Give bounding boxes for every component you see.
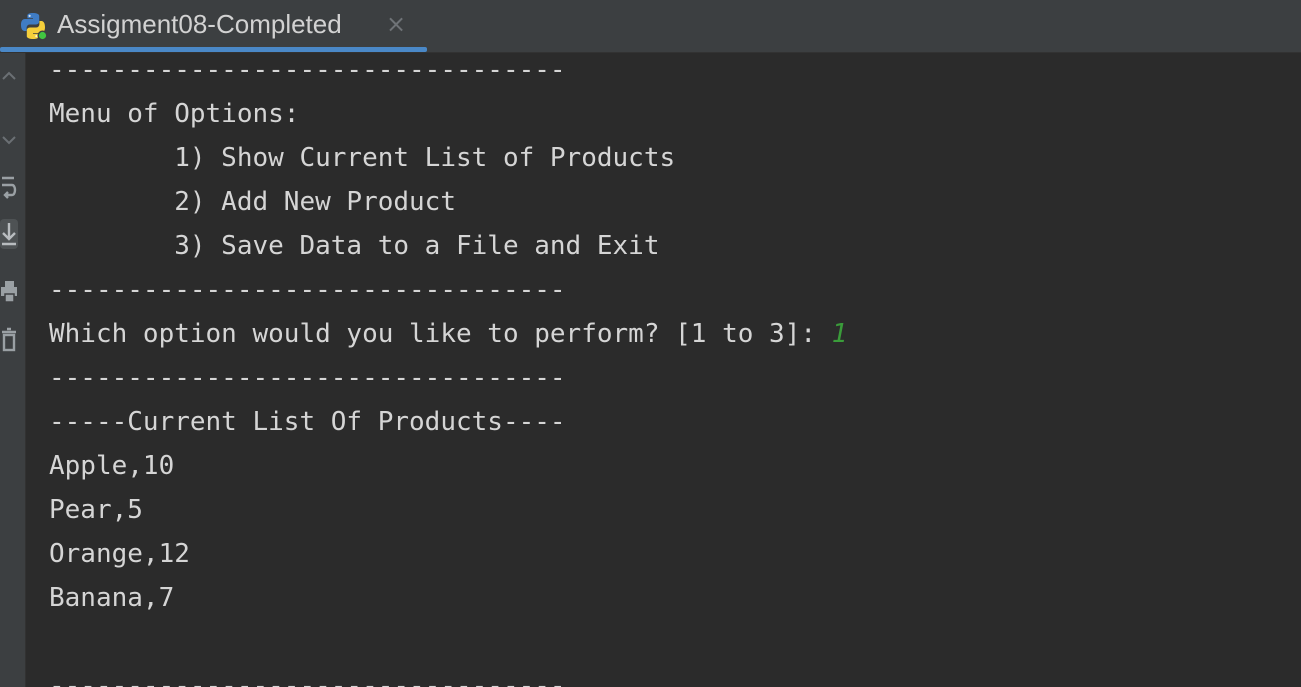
console-prompt: Which option would you like to perform? … bbox=[49, 319, 832, 349]
console-line: Apple,10 bbox=[49, 451, 175, 481]
scroll-to-end-icon[interactable] bbox=[0, 219, 18, 249]
console-line: Orange,12 bbox=[49, 539, 190, 569]
console-line: 3) Save Data to a File and Exit bbox=[49, 231, 660, 261]
console-line: 1) Show Current List of Products bbox=[49, 143, 676, 173]
scroll-up-icon[interactable] bbox=[0, 61, 18, 91]
active-tab-indicator bbox=[0, 47, 427, 52]
console-user-input: 1 bbox=[831, 319, 848, 349]
print-icon[interactable] bbox=[0, 277, 18, 307]
tab-assignment08-completed[interactable]: Assigment08-Completed × bbox=[0, 0, 427, 52]
console-prompt-line: Which option would you like to perform? … bbox=[49, 319, 847, 349]
trash-icon[interactable] bbox=[0, 325, 18, 355]
console-line: -----Current List Of Products---- bbox=[49, 407, 566, 437]
python-icon bbox=[21, 13, 48, 41]
console-line: --------------------------------- bbox=[49, 363, 566, 393]
console-line: 2) Add New Product bbox=[49, 187, 456, 217]
soft-wrap-icon[interactable] bbox=[0, 173, 18, 203]
console-line: Pear,5 bbox=[49, 495, 143, 525]
console-line: --------------------------------- bbox=[49, 55, 566, 85]
console-line: --------------------------------- bbox=[49, 671, 566, 687]
console-line: Menu of Options: bbox=[49, 99, 300, 129]
close-tab-icon[interactable]: × bbox=[385, 12, 407, 36]
console-line: --------------------------------- bbox=[49, 275, 566, 305]
console-toolbar bbox=[0, 53, 26, 687]
run-console-output[interactable]: --------------------------------- Menu o… bbox=[26, 53, 1301, 687]
scroll-down-icon[interactable] bbox=[0, 125, 18, 155]
console-line: Banana,7 bbox=[49, 583, 175, 613]
tab-title: Assigment08-Completed bbox=[57, 9, 342, 39]
editor-tab-bar: Assigment08-Completed × bbox=[0, 0, 1301, 53]
